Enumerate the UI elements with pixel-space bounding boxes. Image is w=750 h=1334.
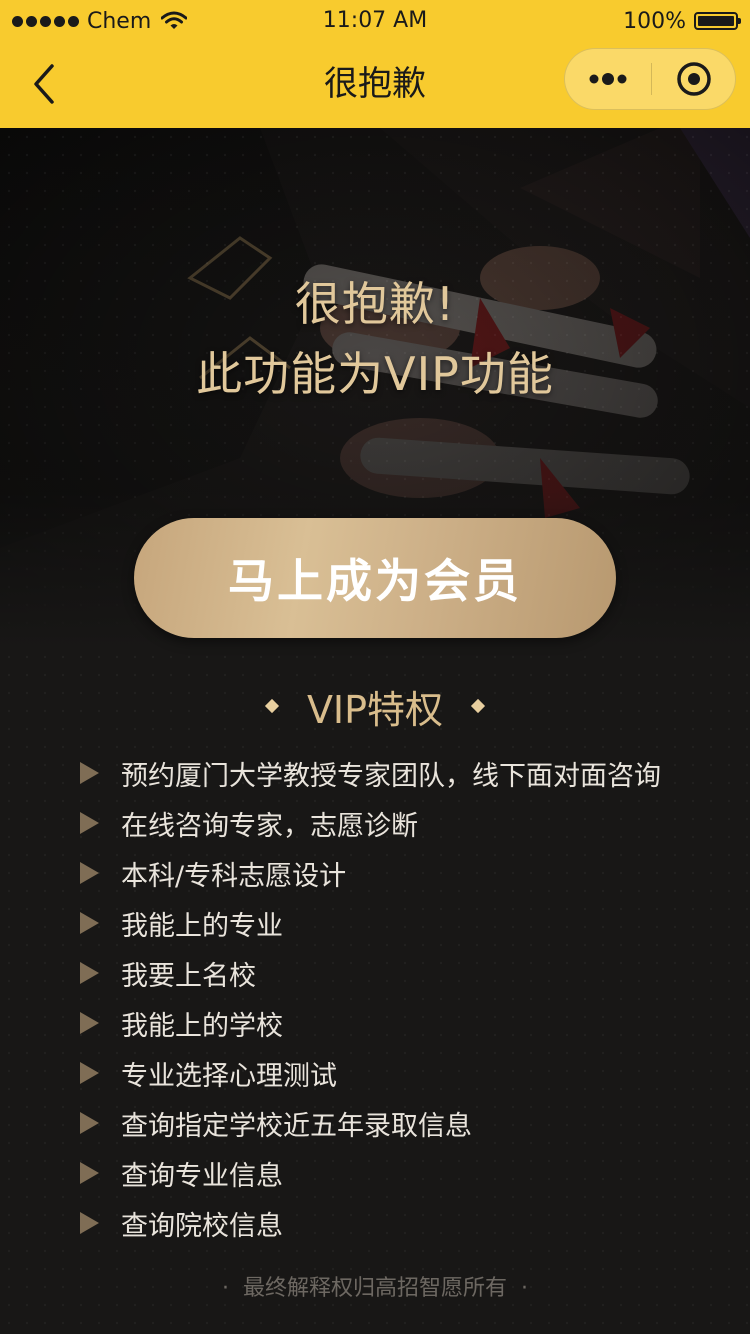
list-item: 我要上名校: [80, 948, 720, 998]
become-member-button[interactable]: 马上成为会员: [134, 518, 616, 638]
close-button[interactable]: [652, 49, 736, 109]
more-button[interactable]: [565, 49, 651, 109]
triangle-bullet-icon: [80, 1112, 99, 1134]
triangle-bullet-icon: [80, 1212, 99, 1234]
footer-note-text: 最终解释权归高招智愿所有: [242, 1276, 507, 1301]
privilege-text: 我要上名校: [121, 960, 256, 992]
hero-title-line2: 此功能为VIP功能: [196, 347, 554, 401]
privilege-text: 本科/专科志愿设计: [121, 860, 347, 892]
privilege-text: 查询专业信息: [121, 1160, 283, 1192]
hero-title-line1: 很抱歉!: [294, 277, 456, 331]
privilege-text: 查询院校信息: [121, 1210, 283, 1242]
list-item: 查询专业信息: [80, 1148, 720, 1198]
target-close-icon: [677, 62, 711, 96]
privilege-text: 查询指定学校近五年录取信息: [121, 1110, 472, 1142]
list-item: 本科/专科志愿设计: [80, 848, 720, 898]
privilege-text: 预约厦门大学教授专家团队，线下面对面咨询: [121, 760, 661, 792]
list-item: 我能上的专业: [80, 898, 720, 948]
triangle-bullet-icon: [80, 812, 99, 834]
separator-dot: ·: [221, 1276, 229, 1301]
triangle-bullet-icon: [80, 962, 99, 984]
vip-privileges-list: 预约厦门大学教授专家团队，线下面对面咨询 在线咨询专家，志愿诊断 本科/专科志愿…: [80, 748, 720, 1248]
list-item: 我能上的学校: [80, 998, 720, 1048]
nav-bar: 很抱歉: [0, 40, 750, 128]
more-dots-icon: [589, 73, 627, 85]
separator-dot: ·: [521, 1276, 528, 1301]
privilege-text: 在线咨询专家，志愿诊断: [121, 810, 418, 842]
diamond-icon: [264, 698, 280, 714]
list-item: 预约厦门大学教授专家团队，线下面对面咨询: [80, 748, 720, 798]
diamond-icon: [470, 698, 486, 714]
list-item: 查询指定学校近五年录取信息: [80, 1098, 720, 1148]
footer-note: · 最终解释权归高招智愿所有 ·: [0, 1270, 750, 1302]
privilege-text: 我能上的学校: [121, 1010, 283, 1042]
vip-privileges-title: VIP特权: [306, 687, 444, 732]
battery-icon: [694, 12, 741, 30]
triangle-bullet-icon: [80, 1162, 99, 1184]
battery-percent: 100%: [623, 8, 686, 34]
privilege-text: 专业选择心理测试: [121, 1060, 337, 1092]
mini-program-capsule: [564, 48, 736, 110]
triangle-bullet-icon: [80, 762, 99, 784]
vip-privileges-header: VIP特权: [0, 680, 750, 732]
privilege-text: 我能上的专业: [121, 910, 283, 942]
triangle-bullet-icon: [80, 1012, 99, 1034]
status-bar: Chem 11:07 AM 100%: [0, 0, 750, 40]
status-right: 100%: [623, 8, 741, 34]
triangle-bullet-icon: [80, 912, 99, 934]
list-item: 在线咨询专家，志愿诊断: [80, 798, 720, 848]
list-item: 查询院校信息: [80, 1198, 720, 1248]
triangle-bullet-icon: [80, 862, 99, 884]
list-item: 专业选择心理测试: [80, 1048, 720, 1098]
triangle-bullet-icon: [80, 1062, 99, 1084]
